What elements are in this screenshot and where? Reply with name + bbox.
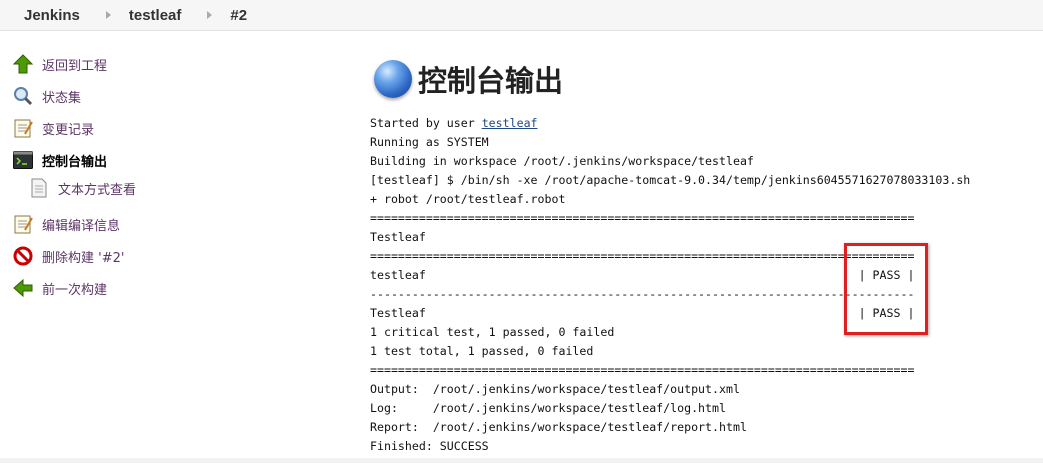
console-line: ========================================… <box>370 249 915 263</box>
task-label: 返回到工程 <box>42 58 108 74</box>
notepad-icon <box>12 117 34 139</box>
console-line: 1 critical test, 1 passed, 0 failed <box>370 325 615 339</box>
console-line: testleaf | PASS | <box>370 268 915 282</box>
notepad-icon <box>12 213 34 235</box>
up-arrow-icon <box>12 53 34 75</box>
task-delete-build[interactable]: 删除构建 '#2' <box>12 244 124 268</box>
task-changes[interactable]: 变更记录 <box>12 116 94 140</box>
task-edit-build-info[interactable]: 编辑编译信息 <box>12 212 120 236</box>
console-line: Running as SYSTEM <box>370 135 489 149</box>
task-label: 删除构建 '#2' <box>42 250 125 266</box>
console-line: ========================================… <box>370 363 915 377</box>
console-line: [testleaf] $ /bin/sh -xe /root/apache-to… <box>370 173 971 187</box>
breadcrumb-separator-icon[interactable] <box>207 11 213 19</box>
page-heading: 控制台输出 <box>374 58 563 100</box>
console-line: Testleaf <box>370 230 426 244</box>
console-line: ========================================… <box>370 211 915 225</box>
console-line: Log: /root/.jenkins/workspace/testleaf/l… <box>370 401 726 415</box>
console-line: Testleaf | PASS | <box>370 306 915 320</box>
console-line: + robot /root/testleaf.robot <box>370 192 566 206</box>
breadcrumb-jenkins[interactable]: Jenkins <box>24 7 80 24</box>
console-line: Building in workspace /root/.jenkins/wor… <box>370 154 754 168</box>
task-label: 文本方式查看 <box>58 182 137 198</box>
task-console-output[interactable]: 控制台输出 <box>12 148 107 172</box>
console-line: Output: /root/.jenkins/workspace/testlea… <box>370 382 740 396</box>
breadcrumb-job[interactable]: testleaf <box>129 7 182 24</box>
task-plain-text[interactable]: 文本方式查看 <box>28 176 136 200</box>
console-user-link[interactable]: testleaf <box>482 116 538 130</box>
page-title: 控制台输出 <box>418 64 564 98</box>
left-arrow-icon <box>12 277 34 299</box>
task-back-to-project[interactable]: 返回到工程 <box>12 52 107 76</box>
task-label: 状态集 <box>42 90 82 106</box>
console-started-prefix: Started by user <box>370 116 482 130</box>
breadcrumb-build[interactable]: #2 <box>230 7 247 24</box>
task-status[interactable]: 状态集 <box>12 84 81 108</box>
no-entry-icon <box>12 245 34 267</box>
breadcrumb-separator-icon[interactable] <box>105 11 111 19</box>
task-previous-build[interactable]: 前一次构建 <box>12 276 107 300</box>
terminal-icon <box>12 149 34 171</box>
footer-edge <box>0 458 1043 463</box>
document-icon <box>28 177 50 199</box>
pass-highlight-box <box>844 243 928 335</box>
breadcrumb: Jenkins testleaf #2 <box>0 0 1043 31</box>
console-globe-icon <box>374 60 412 98</box>
task-label: 变更记录 <box>42 122 95 138</box>
task-label: 控制台输出 <box>42 154 108 170</box>
console-line: 1 test total, 1 passed, 0 failed <box>370 344 594 358</box>
magnifier-icon <box>12 85 34 107</box>
task-label: 前一次构建 <box>42 282 108 298</box>
console-line: ----------------------------------------… <box>370 287 915 301</box>
task-label: 编辑编译信息 <box>42 218 121 234</box>
console-line: Report: /root/.jenkins/workspace/testlea… <box>370 420 747 434</box>
console-line: Finished: SUCCESS <box>370 439 489 453</box>
